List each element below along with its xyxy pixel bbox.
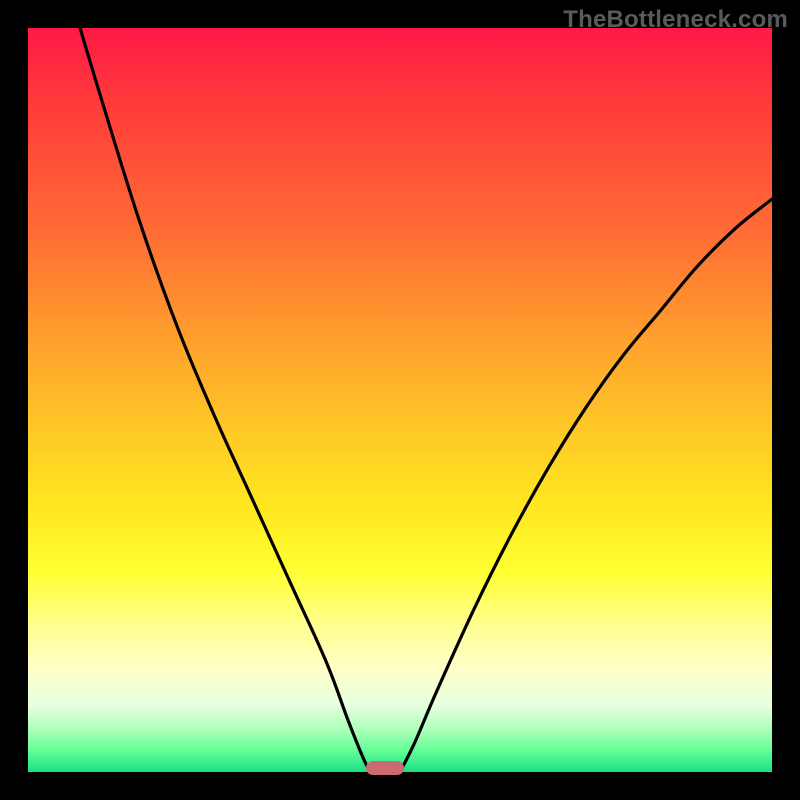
- curves-svg: [28, 28, 772, 772]
- curve-right: [400, 199, 772, 772]
- bottleneck-marker: [366, 761, 404, 775]
- plot-area: [28, 28, 772, 772]
- curve-left: [80, 28, 370, 772]
- chart-frame: TheBottleneck.com: [0, 0, 800, 800]
